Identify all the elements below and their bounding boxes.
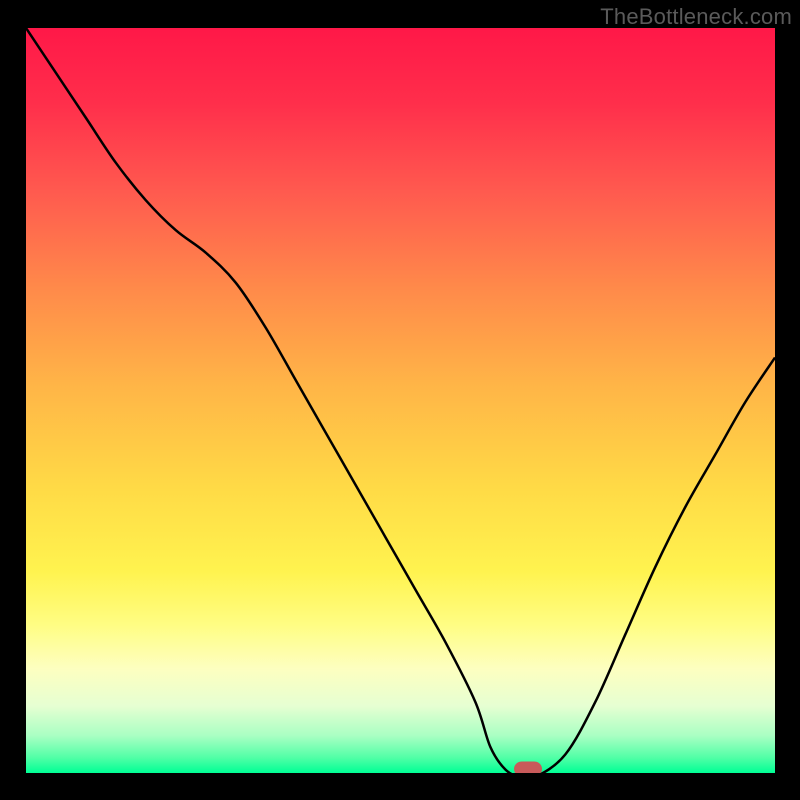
chart-frame: TheBottleneck.com xyxy=(0,0,800,800)
plot-area xyxy=(26,28,775,773)
bottleneck-curve xyxy=(26,28,775,773)
watermark-text: TheBottleneck.com xyxy=(600,4,792,30)
